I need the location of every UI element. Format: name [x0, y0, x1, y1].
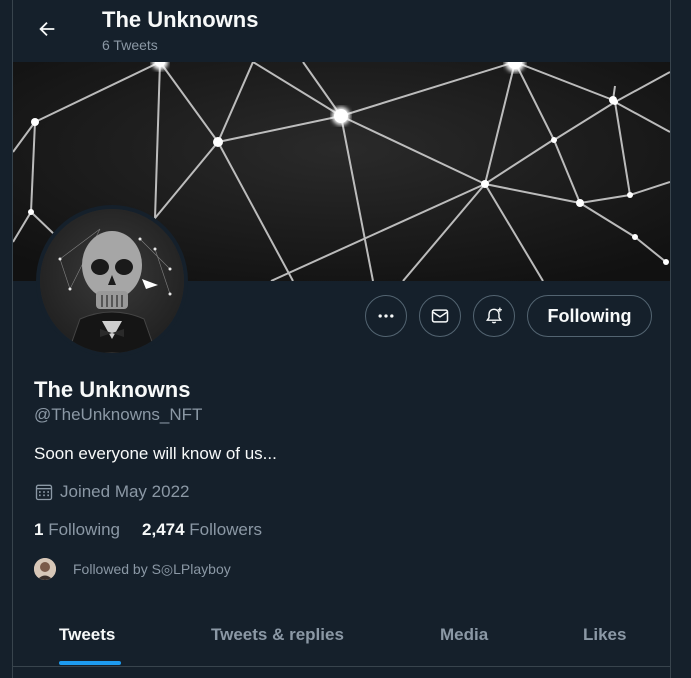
- bell-plus-icon: [486, 307, 502, 324]
- profile-column: The Unknowns 6 Tweets Following The Unkn…: [12, 0, 671, 678]
- following-count: 1: [34, 520, 44, 539]
- mail-icon: [431, 309, 449, 323]
- active-tab-indicator: [59, 661, 121, 665]
- notifications-button[interactable]: [473, 295, 515, 337]
- back-arrow-icon: [39, 21, 55, 37]
- follower-avatar: [34, 558, 56, 580]
- message-button[interactable]: [419, 295, 461, 337]
- tweet-count: 6 Tweets: [102, 37, 158, 53]
- following-button[interactable]: Following: [527, 295, 652, 337]
- joined-text: Joined May 2022: [60, 482, 190, 501]
- profile-header: The Unknowns 6 Tweets: [13, 0, 670, 62]
- followed-by-text: Followed by S◎LPlayboy: [73, 560, 231, 577]
- joined-date: Joined May 2022: [34, 482, 189, 502]
- followers-link[interactable]: 2,474 Followers: [142, 520, 262, 540]
- followed-by[interactable]: Followed by S◎LPlayboy: [34, 558, 231, 580]
- profile-avatar[interactable]: [36, 205, 188, 357]
- profile-tabs: Tweets Tweets & replies Media Likes: [13, 604, 670, 667]
- follow-stats: 1 Following 2,474 Followers: [34, 520, 262, 540]
- profile-bio: Soon everyone will know of us...: [34, 444, 277, 463]
- profile-name: The Unknowns: [34, 377, 191, 402]
- followers-count: 2,474: [142, 520, 185, 539]
- tab-likes[interactable]: Likes: [583, 604, 626, 666]
- more-icon: [378, 314, 394, 318]
- following-link[interactable]: 1 Following: [34, 520, 120, 540]
- followers-label: Followers: [189, 520, 263, 539]
- tab-tweets-replies[interactable]: Tweets & replies: [211, 604, 344, 666]
- back-button[interactable]: [29, 11, 65, 47]
- profile-handle: @TheUnknowns_NFT: [34, 405, 203, 424]
- tab-media[interactable]: Media: [440, 604, 488, 666]
- tab-tweets[interactable]: Tweets: [59, 604, 115, 666]
- calendar-icon: [35, 484, 53, 501]
- more-button[interactable]: [365, 295, 407, 337]
- following-label: Following: [48, 520, 121, 539]
- header-title: The Unknowns: [102, 7, 259, 32]
